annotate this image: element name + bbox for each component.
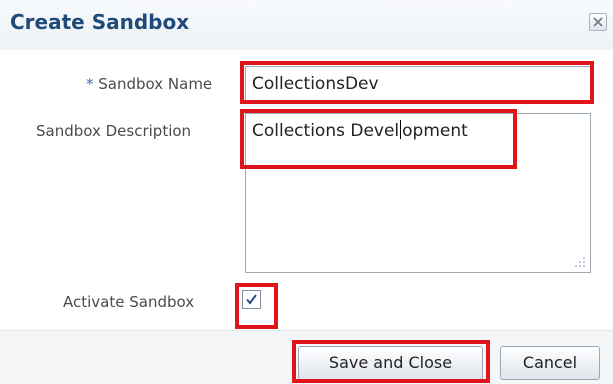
required-marker: * — [86, 75, 94, 93]
sandbox-description-label: Sandbox Description — [36, 122, 192, 140]
checkmark-icon — [246, 294, 257, 305]
activate-sandbox-label: Activate Sandbox — [63, 293, 195, 311]
description-text-before-caret: Collections Devel — [252, 121, 400, 141]
sandbox-name-label-text: Sandbox Name — [98, 75, 213, 93]
close-icon — [593, 17, 603, 27]
dialog-header: Create Sandbox — [0, 0, 613, 50]
description-text-after-caret: opment — [402, 121, 468, 141]
sandbox-name-label: * Sandbox Name — [86, 75, 212, 93]
save-and-close-button[interactable]: Save and Close — [298, 346, 483, 380]
sandbox-name-input[interactable]: CollectionsDev — [245, 66, 591, 103]
sandbox-description-textarea[interactable]: Collections Devel opment — [245, 113, 591, 273]
close-button[interactable] — [589, 13, 607, 31]
activate-sandbox-checkbox[interactable] — [242, 290, 261, 309]
cancel-button[interactable]: Cancel — [500, 346, 600, 380]
dialog-title: Create Sandbox — [10, 10, 190, 34]
resize-grip-icon[interactable] — [574, 256, 586, 268]
text-caret — [400, 120, 402, 139]
